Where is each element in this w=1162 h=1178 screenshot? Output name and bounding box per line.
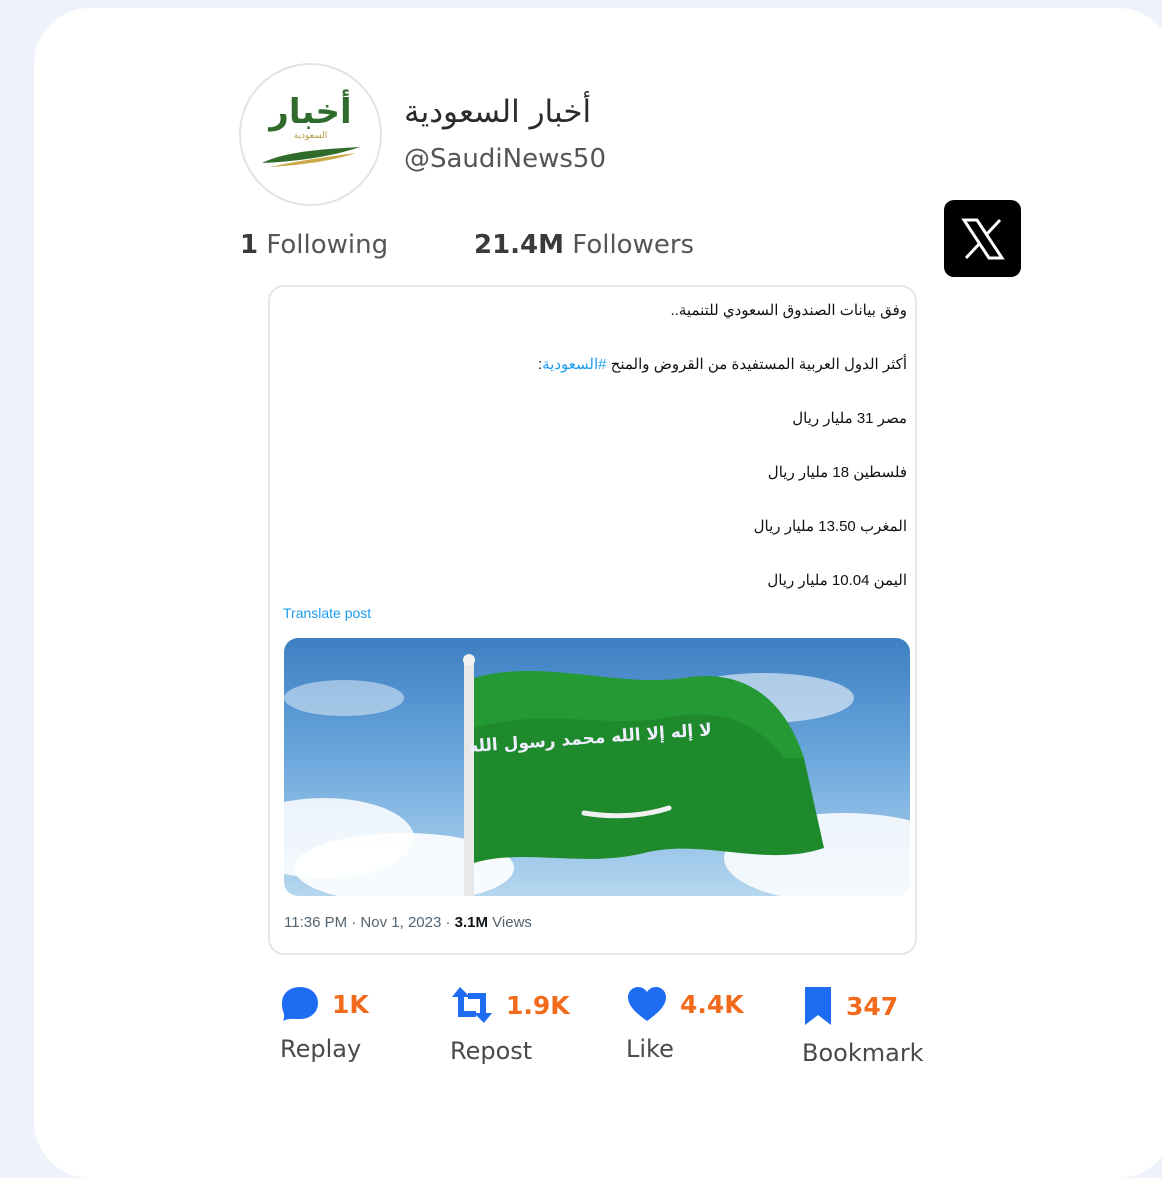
x-logo-icon <box>944 200 1021 277</box>
tweet-line: المغرب 13.50 مليار ريال <box>753 518 907 535</box>
logo-title: أخبار <box>269 91 352 132</box>
reply-count: 1K <box>332 989 369 1019</box>
tweet-image[interactable]: لا إله إلا الله محمد رسول الله <box>284 638 910 896</box>
views-label: Views <box>488 914 532 931</box>
following-count: 1 <box>240 230 259 260</box>
following-label: Following <box>266 230 389 260</box>
logo-subtitle: السعودية <box>293 130 328 141</box>
like-action[interactable]: 4.4K Like <box>626 985 744 1063</box>
tweet-line: مصر 31 مليار ريال <box>792 410 907 427</box>
heart-icon <box>628 987 666 1021</box>
bookmark-count: 347 <box>846 991 899 1021</box>
tweet-line: اليمن 10.04 مليار ريال <box>767 572 907 589</box>
bookmark-label: Bookmark <box>802 1039 924 1067</box>
logo-swoosh-icon <box>261 146 360 167</box>
like-label: Like <box>626 1035 674 1063</box>
tweet-line-text: أكثر الدول العربية المستفيدة من القروض و… <box>606 356 907 373</box>
like-count: 4.4K <box>680 989 744 1019</box>
repost-icon <box>452 987 492 1023</box>
profile-handle: @SaudiNews50 <box>404 144 606 174</box>
hashtag-link[interactable]: #السعودية <box>542 356 606 373</box>
followers-label: Followers <box>572 230 695 260</box>
tweet-meta: 11:36 PM · Nov 1, 2023 · 3.1M Views <box>284 914 532 931</box>
views-count: 3.1M <box>454 914 488 931</box>
reply-bubble-icon <box>282 987 318 1021</box>
bookmark-icon <box>805 987 831 1025</box>
repost-action[interactable]: 1.9K Repost <box>450 985 570 1065</box>
tweet-line: فلسطين 18 مليار ريال <box>767 464 907 481</box>
profile-avatar[interactable]: أخبار السعودية <box>239 63 382 206</box>
followers-count: 21.4M <box>474 230 565 260</box>
followers-stat[interactable]: 21.4M Followers <box>474 230 694 260</box>
bookmark-action[interactable]: 347 Bookmark <box>802 985 924 1067</box>
repost-count: 1.9K <box>506 990 570 1020</box>
tweet-line: أكثر الدول العربية المستفيدة من القروض و… <box>538 355 907 373</box>
flag-image-icon <box>284 654 910 896</box>
reply-label: Replay <box>280 1035 362 1063</box>
tweet-time: 11:36 PM · Nov 1, 2023 · <box>284 914 455 931</box>
tweet-line: وفق بيانات الصندوق السعودي للتنمية.. <box>670 302 907 319</box>
repost-label: Repost <box>450 1037 533 1065</box>
translate-post-link[interactable]: Translate post <box>283 605 371 621</box>
following-stat[interactable]: 1 Following <box>240 230 388 260</box>
tweet-card[interactable]: وفق بيانات الصندوق السعودي للتنمية.. أكث… <box>268 285 917 955</box>
profile-name: أخبار السعودية <box>404 94 592 130</box>
reply-action[interactable]: 1K Replay <box>280 985 369 1063</box>
